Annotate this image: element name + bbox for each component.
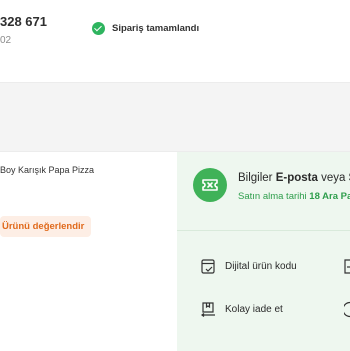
order-date: 02 [0,35,12,46]
rate-product-button[interactable]: Ürünü değerlendir [0,216,92,237]
digital-code-action[interactable]: Dijital ürün kodu [200,258,297,275]
order-number: 328 671 [0,14,47,29]
divider [177,230,350,231]
return-box-icon [201,302,215,317]
easy-return-label: Kolay iade et [225,304,283,315]
easy-return-action[interactable]: Kolay iade et [200,301,283,318]
order-item-card: Boy Karışık Papa Pizza Ürünü değerlendir… [0,151,350,351]
purchase-date: Satın alma tarihi 18 Ara Pa [238,191,350,202]
digital-code-icon [193,168,227,202]
status-label: Sipariş tamamlandı [112,23,200,34]
check-circle-icon [92,22,105,35]
order-status: Sipariş tamamlandı [92,22,199,35]
document-check-icon [201,259,215,274]
digital-info-panel: Bilgiler E-posta veya S Satın alma tarih… [177,152,350,351]
help-circle-icon[interactable] [342,301,350,323]
invoice-icon[interactable] [344,258,350,280]
digital-code-label: Dijital ürün kodu [225,261,297,272]
product-name[interactable]: Boy Karışık Papa Pizza [0,165,94,175]
info-line-1: Bilgiler E-posta veya S [238,172,350,184]
order-header-card: 328 671 02 Sipariş tamamlandı [0,0,350,83]
